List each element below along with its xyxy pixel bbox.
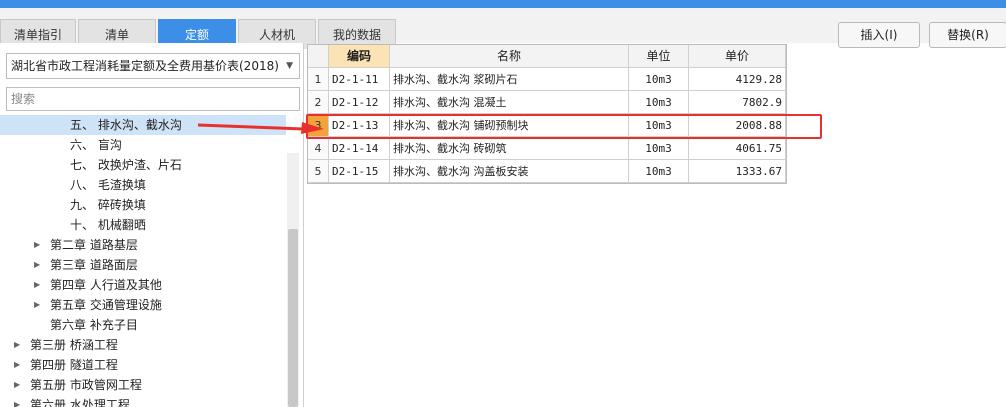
- chevron-down-icon: ▼: [286, 61, 293, 71]
- left-panel: 湖北省市政工程消耗量定额及全费用基价表(2018) ▼ 搜索 五、 排水沟、截水…: [0, 43, 304, 407]
- top-accent-bar: [0, 0, 1006, 8]
- tab-strip: 清单指引 清单 定额 人材机 我的数据 插入(I) 替换(R): [0, 8, 1006, 49]
- tree-item[interactable]: 八、 毛渣换填: [0, 175, 290, 195]
- header-corner: [308, 45, 329, 68]
- cell-price[interactable]: 4129.28: [689, 68, 786, 91]
- tree-item[interactable]: 九、 碎砖换填: [0, 195, 290, 215]
- tree-item-label: 六、 盲沟: [70, 138, 122, 152]
- column-header-unit[interactable]: 单位: [629, 45, 689, 68]
- row-number[interactable]: 1: [308, 68, 329, 91]
- tree-item[interactable]: 十、 机械翻晒: [0, 215, 290, 235]
- column-header-price[interactable]: 单价: [689, 45, 786, 68]
- expand-arrow-icon[interactable]: ▶: [34, 295, 44, 315]
- cell-name[interactable]: 排水沟、截水沟 砖砌筑: [390, 137, 629, 160]
- cell-name[interactable]: 排水沟、截水沟 混凝土: [390, 91, 629, 114]
- cell-unit[interactable]: 10m3: [629, 91, 689, 114]
- insert-button[interactable]: 插入(I): [838, 22, 920, 48]
- cell-code[interactable]: D2-1-11: [329, 68, 390, 91]
- tree-item[interactable]: ▶ 第三册 桥涵工程: [0, 335, 290, 355]
- chapter-tree: 五、 排水沟、截水沟 六、 盲沟七、 改换炉渣、片石 八、 毛渣换填 九、 碎砖换填十…: [0, 115, 290, 407]
- search-input[interactable]: 搜索: [6, 87, 300, 111]
- library-select-value: 湖北省市政工程消耗量定额及全费用基价表(2018): [11, 59, 279, 73]
- tree-item[interactable]: ▶ 第六册 水处理工程: [0, 395, 290, 407]
- tree-item-label: 第四册 隧道工程: [30, 358, 118, 372]
- cell-code[interactable]: D2-1-15: [329, 160, 390, 183]
- row-number[interactable]: 4: [308, 137, 329, 160]
- cell-code[interactable]: D2-1-12: [329, 91, 390, 114]
- expand-arrow-icon[interactable]: ▶: [34, 275, 44, 295]
- tree-item-label: 第五章 交通管理设施: [50, 298, 162, 312]
- expand-arrow-icon[interactable]: ▶: [14, 355, 24, 375]
- tree-item-label: 十、 机械翻晒: [70, 218, 146, 232]
- cell-name[interactable]: 排水沟、截水沟 沟盖板安装: [390, 160, 629, 183]
- tree-item[interactable]: ▶ 第二章 道路基层: [0, 235, 290, 255]
- tree-item-label: 第二章 道路基层: [50, 238, 138, 252]
- cell-unit[interactable]: 10m3: [629, 160, 689, 183]
- row-number[interactable]: 2: [308, 91, 329, 114]
- tree-item-label: 第三册 桥涵工程: [30, 338, 118, 352]
- tree-item[interactable]: 第六章 补充子目: [0, 315, 290, 335]
- tree-item-label: 八、 毛渣换填: [70, 178, 146, 192]
- cell-price[interactable]: 4061.75: [689, 137, 786, 160]
- tree-scrollbar-thumb[interactable]: [288, 229, 298, 407]
- tree-item[interactable]: ▶ 第四章 人行道及其他: [0, 275, 290, 295]
- tree-item-label: 第三章 道路面层: [50, 258, 138, 272]
- expand-arrow-icon[interactable]: ▶: [34, 255, 44, 275]
- expand-arrow-icon[interactable]: ▶: [14, 395, 24, 407]
- tree-item[interactable]: ▶ 第三章 道路面层: [0, 255, 290, 275]
- expand-arrow-icon[interactable]: ▶: [14, 375, 24, 395]
- row-number[interactable]: 5: [308, 160, 329, 183]
- tree-item[interactable]: ▶ 第五册 市政管网工程: [0, 375, 290, 395]
- cell-price[interactable]: 1333.67: [689, 160, 786, 183]
- cell-price[interactable]: 7802.9: [689, 91, 786, 114]
- cell-unit[interactable]: 10m3: [629, 137, 689, 160]
- tree-item-label: 五、 排水沟、截水沟: [70, 118, 182, 132]
- tree-item[interactable]: 七、 改换炉渣、片石: [0, 155, 290, 175]
- tree-item[interactable]: ▶ 第五章 交通管理设施: [0, 295, 290, 315]
- replace-button[interactable]: 替换(R): [929, 22, 1006, 48]
- tree-item[interactable]: ▶ 第四册 隧道工程: [0, 355, 290, 375]
- expand-arrow-icon[interactable]: ▶: [14, 335, 24, 355]
- column-header-name[interactable]: 名称: [390, 45, 629, 68]
- expand-arrow-icon[interactable]: ▶: [34, 235, 44, 255]
- column-header-code[interactable]: 编码: [329, 45, 390, 68]
- tree-item-label: 七、 改换炉渣、片石: [70, 158, 182, 172]
- tree-item-label: 第四章 人行道及其他: [50, 278, 162, 292]
- cell-unit[interactable]: 10m3: [629, 68, 689, 91]
- annotation-arrow-icon: [197, 122, 324, 134]
- tree-item-label: 九、 碎砖换填: [70, 198, 146, 212]
- highlight-box: [306, 114, 822, 139]
- library-select[interactable]: 湖北省市政工程消耗量定额及全费用基价表(2018) ▼: [6, 53, 300, 79]
- cell-code[interactable]: D2-1-14: [329, 137, 390, 160]
- tree-item-label: 第六章 补充子目: [50, 318, 138, 332]
- cell-name[interactable]: 排水沟、截水沟 浆砌片石: [390, 68, 629, 91]
- tree-item-label: 第五册 市政管网工程: [30, 378, 142, 392]
- tree-item[interactable]: 六、 盲沟: [0, 135, 290, 155]
- tree-item-label: 第六册 水处理工程: [30, 398, 130, 407]
